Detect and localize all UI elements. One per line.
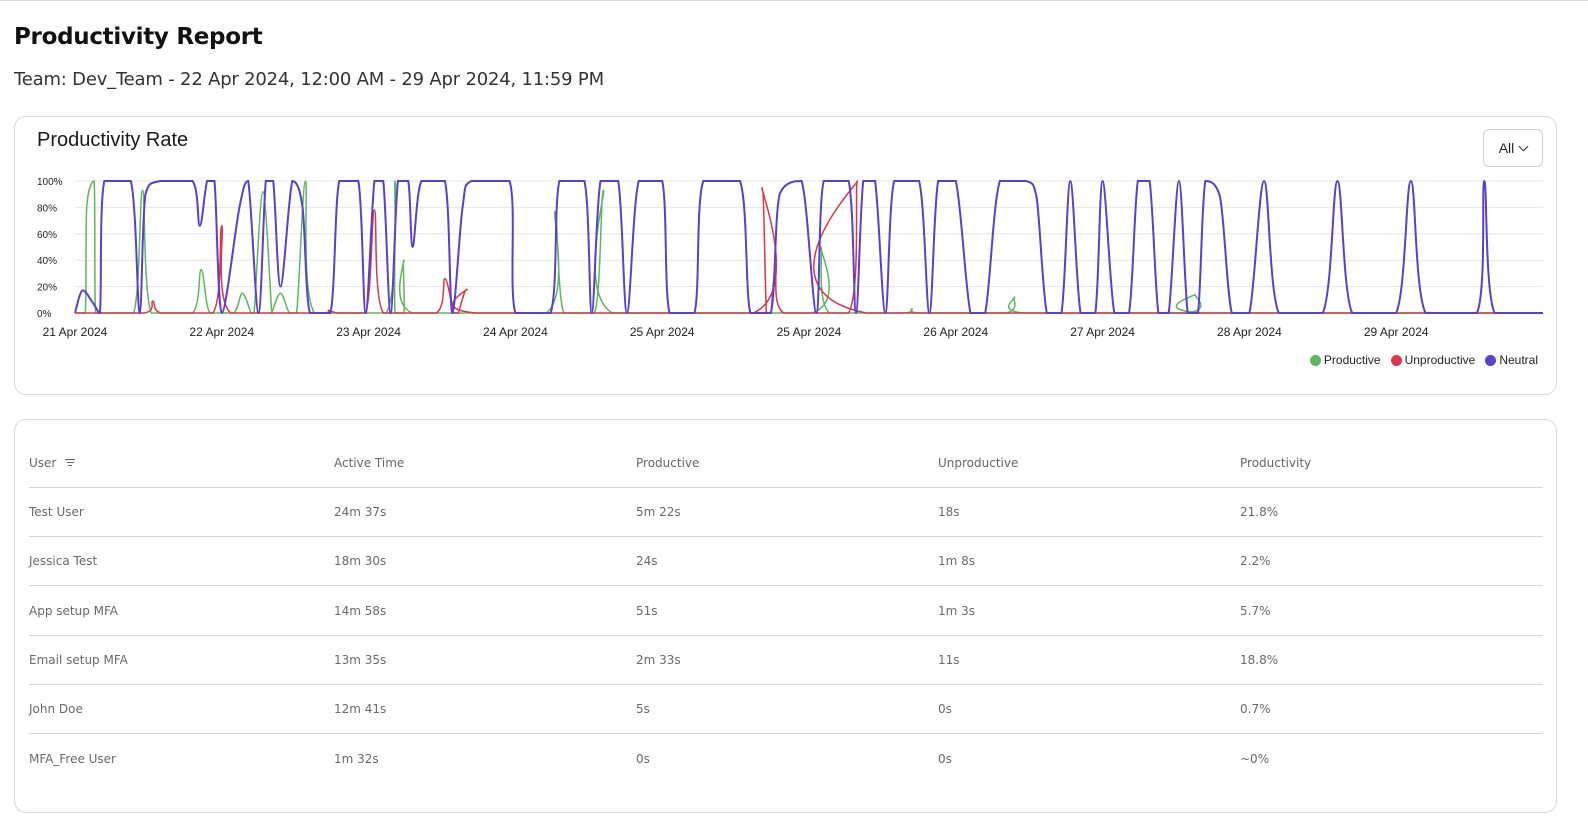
- x-tick-label: 21 Apr 2024: [43, 325, 108, 339]
- cell-user: Test User: [29, 505, 84, 519]
- legend-dot-unproductive: [1390, 354, 1402, 366]
- cell-user: Jessica Test: [29, 554, 98, 569]
- x-tick-label: 26 Apr 2024: [923, 325, 988, 339]
- table-row[interactable]: App setup MFA 14m 58s 51s 1m 3s 5.7%: [29, 587, 1543, 636]
- filter-icon[interactable]: [65, 459, 76, 467]
- cell-unproductive: 1m 3s: [938, 603, 976, 618]
- cell-active-time: 1m 32s: [334, 752, 379, 766]
- cell-productive: 51s: [636, 603, 658, 618]
- productivity-chart-card: 0% 20% 40% 60% 80% 100% 21 Apr 2024 22 Apr 2024…: [14, 116, 1557, 395]
- cell-unproductive: 18s: [938, 505, 960, 519]
- cell-productive: 5m 22s: [636, 505, 681, 519]
- x-tick-label: 25 Apr 2024: [777, 325, 842, 339]
- cell-productive: 5s: [636, 702, 650, 717]
- page-title: Productivity Report: [14, 24, 263, 50]
- cell-user: Email setup MFA: [29, 652, 128, 667]
- legend-label-unproductive: Unproductive: [1404, 353, 1476, 367]
- chart-filter-value: All: [1498, 140, 1515, 156]
- cell-productivity: ~0%: [1240, 752, 1270, 766]
- chart-title: Productivity Rate: [37, 129, 189, 151]
- cell-unproductive: 0s: [938, 702, 952, 717]
- x-tick-label: 22 Apr 2024: [189, 325, 254, 339]
- column-header-active-time: Active Time: [334, 455, 405, 470]
- x-tick-label: 24 Apr 2024: [483, 325, 548, 339]
- table-row[interactable]: John Doe 12m 41s 5s 0s 0.7%: [29, 685, 1543, 735]
- cell-productivity: 5.7%: [1240, 603, 1271, 618]
- cell-user: John Doe: [29, 702, 83, 717]
- legend-item-productive[interactable]: Productive: [1309, 353, 1381, 367]
- table-row[interactable]: Email setup MFA 13m 35s 2m 33s 11s 18.8%: [29, 636, 1543, 685]
- cell-active-time: 24m 37s: [334, 505, 387, 519]
- chart-legend: Productive Unproductive Neutral: [1309, 353, 1538, 367]
- x-tick-label: 25 Apr 2024: [630, 325, 695, 339]
- y-tick-label: 60%: [37, 230, 57, 241]
- table-row[interactable]: Test User 24m 37s 5m 22s 18s 21.8%: [29, 488, 1543, 537]
- cell-productivity: 0.7%: [1240, 702, 1271, 717]
- cell-active-time: 13m 35s: [334, 652, 387, 667]
- chevron-down-icon: [1518, 141, 1529, 151]
- legend-label-productive: Productive: [1323, 353, 1381, 367]
- y-tick-label: 20%: [37, 283, 57, 294]
- legend-item-unproductive[interactable]: Unproductive: [1390, 353, 1476, 367]
- column-header-productivity: Productivity: [1240, 455, 1312, 470]
- y-tick-label: 0%: [37, 309, 52, 320]
- table-row[interactable]: Jessica Test 18m 30s 24s 1m 8s 2.2%: [29, 537, 1543, 587]
- cell-unproductive: 1m 8s: [938, 554, 976, 569]
- legend-dot-productive: [1309, 354, 1321, 366]
- series-line-neutral: [74, 179, 1543, 315]
- column-header-user[interactable]: User: [29, 456, 334, 470]
- x-tick-label: 23 Apr 2024: [336, 325, 401, 339]
- page-subtitle: Team: Dev_Team - 22 Apr 2024, 12:00 AM -…: [14, 69, 604, 90]
- cell-user: MFA_Free User: [29, 752, 116, 766]
- column-header-unproductive: Unproductive: [938, 455, 1019, 470]
- cell-productivity: 18.8%: [1240, 652, 1279, 667]
- legend-label-neutral: Neutral: [1499, 353, 1538, 367]
- cell-productive: 2m 33s: [636, 652, 681, 667]
- cell-active-time: 18m 30s: [334, 554, 387, 569]
- cell-unproductive: 0s: [938, 752, 952, 766]
- x-tick-label: 27 Apr 2024: [1070, 325, 1135, 339]
- y-tick-label: 80%: [37, 203, 57, 214]
- x-tick-label: 28 Apr 2024: [1217, 325, 1282, 339]
- cell-user: App setup MFA: [29, 603, 118, 618]
- cell-productivity: 21.8%: [1240, 505, 1279, 519]
- column-header-productive: Productive: [636, 455, 700, 470]
- table-header-row: User Active Time Productive Unproductive…: [29, 438, 1543, 488]
- y-tick-label: 100%: [37, 177, 63, 188]
- legend-item-neutral[interactable]: Neutral: [1485, 353, 1538, 367]
- chart-filter-select[interactable]: All: [1483, 129, 1543, 167]
- column-header-user-label: User: [29, 455, 57, 470]
- table-row[interactable]: MFA_Free User 1m 32s 0s 0s ~0%: [29, 735, 1543, 784]
- cell-active-time: 14m 58s: [334, 603, 387, 618]
- user-productivity-table: User Active Time Productive Unproductive…: [14, 419, 1557, 813]
- legend-dot-neutral: [1485, 354, 1497, 366]
- cell-unproductive: 11s: [938, 652, 960, 667]
- cell-productive: 24s: [636, 554, 658, 569]
- y-tick-label: 40%: [37, 256, 57, 267]
- cell-active-time: 12m 41s: [334, 702, 387, 717]
- x-tick-label: 29 Apr 2024: [1364, 325, 1429, 339]
- top-divider: [0, 0, 1588, 1]
- cell-productivity: 2.2%: [1240, 554, 1271, 569]
- cell-productive: 0s: [636, 752, 650, 766]
